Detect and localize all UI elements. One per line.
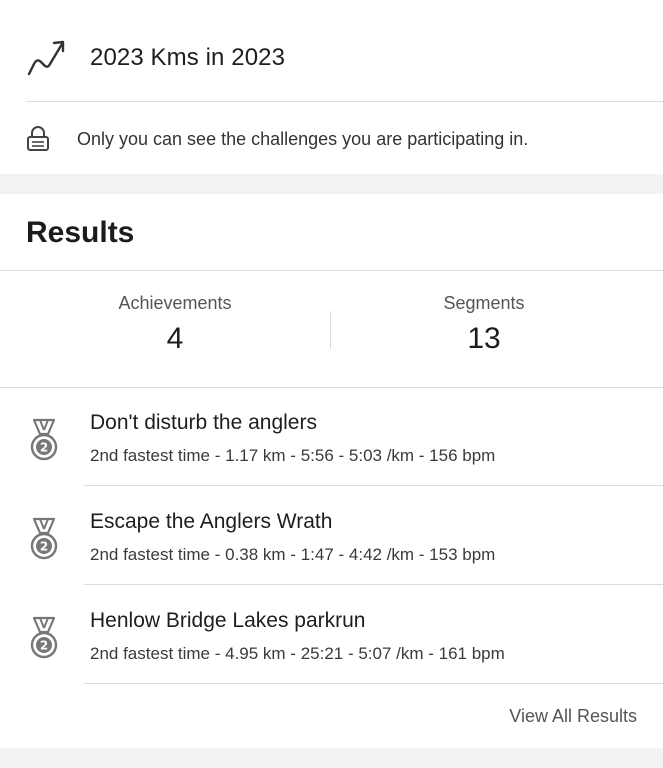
view-all-results-link[interactable]: View All Results: [509, 706, 637, 727]
segments-count: 13: [467, 322, 501, 355]
results-stats: Achievements 4 Segments 13: [0, 271, 663, 387]
stats-divider: [330, 311, 331, 349]
achievements-stat[interactable]: Achievements 4: [75, 293, 275, 356]
svg-text:2: 2: [40, 441, 48, 455]
privacy-note: Only you can see the challenges you are …: [0, 102, 663, 174]
section-separator: [0, 748, 663, 768]
result-item[interactable]: 2 Henlow Bridge Lakes parkrun 2nd fastes…: [0, 586, 663, 684]
result-detail: 2nd fastest time - 0.38 km - 1:47 - 4:42…: [90, 545, 496, 564]
result-detail: 2nd fastest time - 1.17 km - 5:56 - 5:03…: [90, 446, 496, 465]
trend-up-arrow-icon: [27, 40, 65, 76]
divider: [84, 485, 663, 486]
results-heading: Results: [26, 216, 135, 249]
challenge-row[interactable]: 2023 Kms in 2023: [0, 0, 663, 101]
result-title: Henlow Bridge Lakes parkrun: [90, 609, 366, 632]
result-item[interactable]: 2 Don't disturb the anglers 2nd fastest …: [0, 388, 663, 486]
achievements-label: Achievements: [118, 293, 232, 313]
section-separator: [0, 174, 663, 194]
privacy-text: Only you can see the challenges you are …: [77, 129, 529, 149]
medal-2nd-icon: 2: [30, 616, 58, 659]
result-item[interactable]: 2 Escape the Anglers Wrath 2nd fastest t…: [0, 487, 663, 585]
medal-2nd-icon: 2: [30, 418, 58, 461]
challenge-title: 2023 Kms in 2023: [90, 44, 286, 71]
result-title: Escape the Anglers Wrath: [90, 510, 333, 533]
achievements-count: 4: [166, 322, 184, 355]
result-detail: 2nd fastest time - 4.95 km - 25:21 - 5:0…: [90, 644, 505, 663]
segments-stat[interactable]: Segments 13: [384, 293, 584, 356]
lock-icon: [27, 126, 49, 151]
result-title: Don't disturb the anglers: [90, 411, 317, 434]
svg-text:2: 2: [40, 639, 48, 653]
divider: [84, 683, 663, 684]
medal-2nd-icon: 2: [30, 517, 58, 560]
divider: [84, 584, 663, 585]
svg-text:2: 2: [40, 540, 48, 554]
segments-label: Segments: [443, 293, 525, 313]
